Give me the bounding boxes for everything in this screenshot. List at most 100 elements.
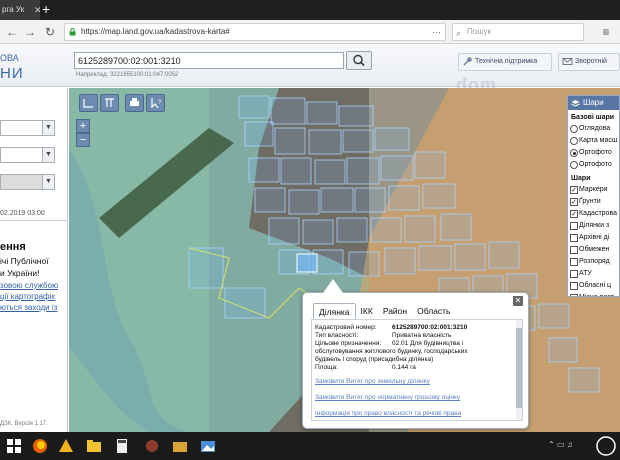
lock-icon xyxy=(69,28,76,36)
photo-viewer-icon[interactable] xyxy=(198,436,218,456)
feedback-button[interactable]: Зворотній xyxy=(558,53,620,71)
folder-icon[interactable] xyxy=(170,436,190,456)
chevron-down-icon: ▼ xyxy=(42,121,54,135)
close-tab-icon[interactable]: ✕ xyxy=(34,0,40,20)
popup-tab[interactable]: Ділянка xyxy=(313,303,356,319)
cortana-circle-icon[interactable] xyxy=(594,434,618,458)
overlay-layer-option[interactable]: АТУ xyxy=(568,268,619,280)
news-link[interactable]: зовою службою xyxy=(0,281,58,290)
reload-icon[interactable]: ↻ xyxy=(42,23,58,41)
overlay-layer-label: Кадастрова xyxy=(579,210,617,217)
tray-icons[interactable]: ⌃ ▭ ♫ xyxy=(548,440,573,449)
measure-length-icon[interactable] xyxy=(79,94,98,112)
radio-button[interactable] xyxy=(570,161,578,169)
measure-area-icon[interactable] xyxy=(100,94,119,112)
app-icon[interactable] xyxy=(142,436,162,456)
left-panel: ▼ ▼ ▼ 02.2019 03:00 ення ічі Публічної и… xyxy=(0,88,68,432)
checkbox[interactable] xyxy=(570,282,578,290)
popup-tab[interactable]: Область xyxy=(412,303,455,319)
value-ownership: Приватна власність xyxy=(392,332,452,339)
checkbox[interactable]: ✓ xyxy=(570,210,578,218)
info-pointer-icon[interactable]: ? xyxy=(146,94,165,112)
popup-pointer xyxy=(323,279,343,293)
browser-search-placeholder: Пошук xyxy=(467,27,492,36)
print-icon[interactable] xyxy=(125,94,144,112)
chevron-down-icon: ▼ xyxy=(42,148,54,162)
overlay-layer-option[interactable]: ✓ Ґрунти xyxy=(568,196,619,208)
layers-panel: Шари Базові шари Оглядова Карта масш Ортоф… xyxy=(567,95,620,297)
order-valuation-link[interactable]: Замовити Витяг про нормативну грошову оц… xyxy=(315,394,460,401)
cadastral-search-button[interactable] xyxy=(346,51,372,70)
popup-tab[interactable]: ІКК xyxy=(356,303,378,319)
popup-tab[interactable]: Район xyxy=(378,303,412,319)
news-link[interactable]: ції картографіє xyxy=(0,292,55,301)
forward-arrow-icon[interactable]: → xyxy=(22,23,38,41)
file-explorer-icon[interactable] xyxy=(84,436,104,456)
app-warning-icon[interactable] xyxy=(56,436,76,456)
browser-search-field[interactable]: ⌕ Пошук xyxy=(452,23,584,41)
browser-menu-icon[interactable]: ≡ xyxy=(598,23,614,41)
base-layers-title: Базові шари xyxy=(571,114,615,121)
overlay-layer-option[interactable]: Обмежен xyxy=(568,244,619,256)
svg-text:?: ? xyxy=(158,100,162,106)
page-actions-icon[interactable]: ··· xyxy=(432,24,441,40)
browser-tab[interactable]: рга Ук ✕ xyxy=(0,0,40,20)
overlay-layer-option[interactable]: ✓ Маркери xyxy=(568,184,619,196)
zoom-out-button[interactable]: − xyxy=(76,133,90,147)
zoom-in-button[interactable]: + xyxy=(76,119,90,133)
checkbox[interactable] xyxy=(570,294,578,296)
checkbox[interactable] xyxy=(570,258,578,266)
firefox-icon[interactable] xyxy=(30,436,50,456)
radio-button[interactable] xyxy=(570,137,578,145)
browser-tab-bar: рга Ук ✕ + xyxy=(0,0,620,20)
calculator-icon[interactable] xyxy=(112,436,132,456)
order-extract-link[interactable]: Замовити Витяг про земельну ділянку xyxy=(315,378,430,385)
envelope-icon xyxy=(562,58,573,65)
overlay-layer-option[interactable]: Місце розт xyxy=(568,292,619,296)
new-tab-button[interactable]: + xyxy=(42,0,50,19)
cadastral-number-input[interactable] xyxy=(74,52,344,69)
label-cadastral-number: Кадастровий номер: xyxy=(315,324,377,331)
base-layer-option[interactable]: Оглядова xyxy=(568,123,619,135)
base-layer-option[interactable]: Ортофото xyxy=(568,159,619,171)
ownership-info-link[interactable]: Інформація про право власності та речові… xyxy=(315,410,461,417)
close-icon[interactable]: ✕ xyxy=(513,296,523,306)
logo-text-large: НИ xyxy=(0,65,24,82)
windows-start-icon[interactable] xyxy=(4,436,24,456)
popup-body: Кадастровий номер: 6125289700:02:001:321… xyxy=(311,319,523,421)
radio-button[interactable] xyxy=(570,125,578,133)
region-select[interactable]: ▼ xyxy=(0,120,55,136)
overlay-layer-label: Маркери xyxy=(579,186,608,193)
overlay-layer-option[interactable]: Розпоряд xyxy=(568,256,619,268)
district-select[interactable]: ▼ xyxy=(0,147,55,163)
tools-icon xyxy=(463,57,472,66)
checkbox[interactable]: ✓ xyxy=(570,198,578,206)
chevron-down-icon: ▼ xyxy=(42,175,54,189)
checkbox[interactable] xyxy=(570,270,578,278)
feedback-label: Зворотній xyxy=(575,58,607,65)
divider xyxy=(0,220,68,221)
base-layer-option[interactable]: Ортофото xyxy=(568,147,619,159)
popup-scrollbar-thumb[interactable] xyxy=(516,328,522,408)
overlay-layer-option[interactable]: Обласні ц xyxy=(568,280,619,292)
checkbox[interactable] xyxy=(570,246,578,254)
checkbox[interactable]: ✓ xyxy=(570,186,578,194)
overlay-layer-label: Ґрунти xyxy=(579,198,601,205)
base-layer-option[interactable]: Карта масш xyxy=(568,135,619,147)
base-layer-label: Ортофото xyxy=(579,149,612,156)
news-link[interactable]: ються заходи із xyxy=(0,303,57,312)
back-arrow-icon[interactable]: ← xyxy=(4,23,20,41)
overlay-layer-option[interactable]: Ділянки з xyxy=(568,220,619,232)
overlay-layer-option[interactable]: Архівні ді xyxy=(568,232,619,244)
popup-scrollbar[interactable] xyxy=(516,320,522,420)
search-icon xyxy=(353,54,365,67)
url-field[interactable]: https://map.land.gov.ua/kadastrova-karta… xyxy=(64,23,446,41)
ruler-glyph xyxy=(83,99,93,108)
tech-support-button[interactable]: Технічна підтримка xyxy=(458,53,552,71)
checkbox[interactable] xyxy=(570,222,578,230)
checkbox[interactable] xyxy=(570,234,578,242)
overlay-layer-option[interactable]: ✓ Кадастрова xyxy=(568,208,619,220)
layers-header[interactable]: Шари xyxy=(568,96,619,110)
radio-button[interactable] xyxy=(570,149,578,157)
settlement-select[interactable]: ▼ xyxy=(0,174,55,190)
